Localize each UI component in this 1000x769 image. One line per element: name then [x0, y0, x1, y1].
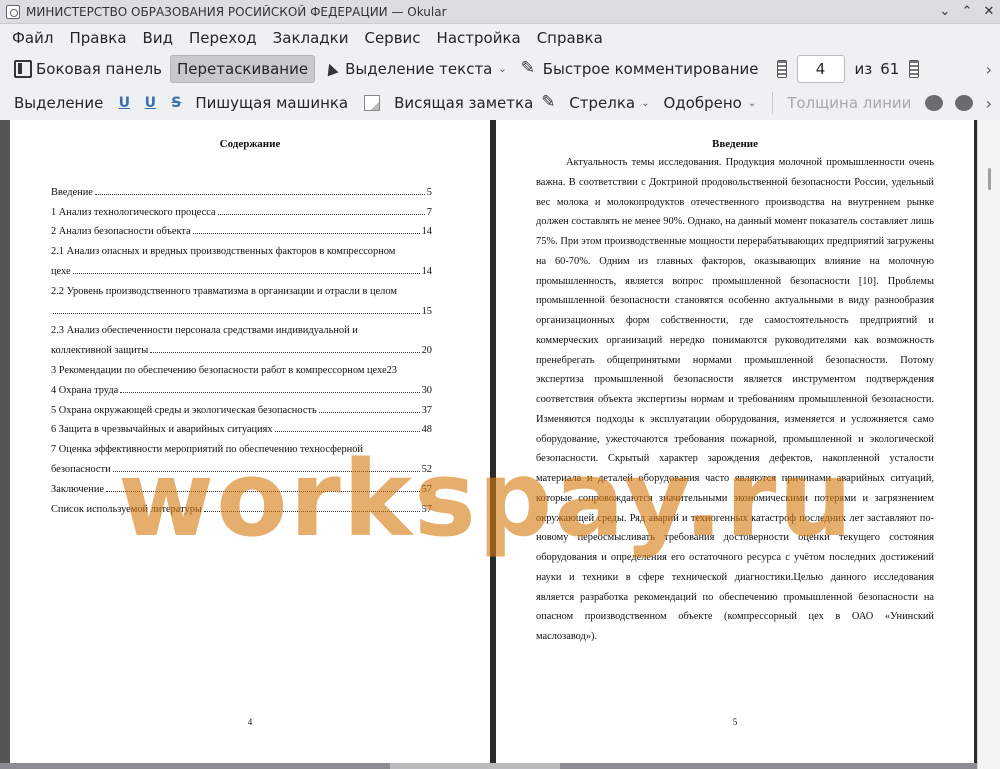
chevron-down-icon[interactable]: ⌄	[748, 98, 756, 109]
toc-entry[interactable]: 2.1 Анализ опасных и вредных производств…	[51, 237, 432, 277]
menu-tools[interactable]: Сервис	[358, 27, 426, 49]
arrow-label: Стрелка	[569, 94, 636, 112]
line-width-button[interactable]: Толщина линии	[781, 89, 917, 117]
page-total: 61	[880, 60, 900, 78]
menu-go[interactable]: Переход	[183, 27, 263, 49]
horizontal-scrollbar-thumb[interactable]	[390, 763, 560, 769]
quick-annotation-label: Быстрое комментирование	[542, 60, 759, 78]
main-toolbar: Боковая панель Перетаскивание Выделение …	[0, 52, 1000, 86]
document-viewport[interactable]: Содержание Введение 5 1 Анализ технологич…	[0, 120, 1000, 769]
annotation-toolbar: Выделение U U S Пишущая машинка Висящая …	[0, 86, 1000, 120]
highlighter-button[interactable]: Выделение	[8, 89, 109, 117]
previous-page-icon[interactable]	[776, 60, 787, 78]
toc-entry[interactable]: 1 Анализ технологического процесса 7	[51, 198, 432, 218]
toc-entry[interactable]: 2 Анализ безопасности объекта 14	[51, 218, 432, 237]
sidebar-icon	[14, 60, 32, 78]
window-title: МИНИСТЕРСТВО ОБРАЗОВАНИЯ РОСИЙСКОЙ ФЕДЕР…	[26, 4, 447, 19]
menu-bar: Файл Правка Вид Переход Закладки Сервис …	[0, 24, 1000, 52]
line-width-label: Толщина линии	[787, 94, 912, 112]
toc-entry[interactable]: 4 Охрана труда 30	[51, 376, 432, 396]
chevron-down-icon[interactable]: ⌄	[498, 64, 506, 75]
text-selection-label: Выделение текста	[345, 60, 493, 78]
strikeout-icon[interactable]: S	[167, 94, 185, 112]
note-icon[interactable]	[364, 95, 381, 111]
toc-entry[interactable]: Список используемой литературы 57	[51, 495, 432, 515]
squiggle-icon[interactable]: U	[141, 94, 159, 112]
menu-help[interactable]: Справка	[531, 27, 609, 49]
page-number-input[interactable]: 4	[796, 55, 845, 83]
toolbar-overflow-icon[interactable]: ›	[986, 94, 992, 113]
typewriter-label: Пишущая машинка	[195, 94, 349, 112]
underline-icon[interactable]: U	[115, 94, 133, 112]
document-page-right: Введение Актуальность темы исследования.…	[496, 120, 974, 769]
sidebar-label: Боковая панель	[36, 60, 162, 78]
introduction-body: Актуальность темы исследования. Продукци…	[536, 157, 934, 642]
close-button[interactable]: ✕	[978, 1, 1000, 23]
horizontal-scrollbar[interactable]	[0, 763, 977, 769]
arrow-button[interactable]: Стрелка ⌄	[563, 89, 655, 117]
stamp-button[interactable]: Одобрено ⌄	[657, 89, 762, 117]
popup-note-button[interactable]: Висящая заметка	[388, 89, 539, 117]
introduction-title: Введение	[711, 138, 759, 150]
popup-note-label: Висящая заметка	[394, 94, 534, 112]
quick-annotation-button[interactable]: Быстрое комментирование	[515, 55, 765, 83]
color-icon[interactable]	[925, 95, 944, 111]
page-number-left: 4	[247, 717, 253, 727]
toc-entry[interactable]: 2.3 Анализ обеспеченности персонала сред…	[51, 317, 432, 356]
window-titlebar[interactable]: МИНИСТЕРСТВО ОБРАЗОВАНИЯ РОСИЙСКОЙ ФЕДЕР…	[0, 0, 1000, 24]
toc-entry[interactable]: Заключение 57	[51, 475, 432, 495]
menu-view[interactable]: Вид	[137, 27, 179, 49]
pen-icon	[521, 58, 539, 78]
toc-entry[interactable]: 3 Рекомендации по обеспечению безопаснос…	[51, 356, 432, 376]
menu-settings[interactable]: Настройка	[431, 27, 527, 49]
cursor-icon	[323, 60, 341, 78]
text-selection-button[interactable]: Выделение текста ⌄	[317, 55, 513, 83]
chevron-down-icon[interactable]: ⌄	[641, 98, 649, 109]
toc-title: Содержание	[219, 138, 281, 150]
menu-file[interactable]: Файл	[6, 27, 59, 49]
browse-tool-button[interactable]: Перетаскивание	[170, 55, 316, 83]
minimize-button[interactable]: ⌄	[934, 1, 956, 23]
maximize-button[interactable]: ⌃	[956, 1, 978, 23]
vertical-scrollbar[interactable]	[977, 120, 1000, 769]
toc-entry[interactable]: 5 Охрана окружающей среды и экологическа…	[51, 396, 432, 416]
toolbar-overflow-icon[interactable]: ›	[986, 60, 992, 79]
highlighter-label: Выделение	[14, 94, 104, 112]
typewriter-button[interactable]: Пишущая машинка	[189, 89, 354, 117]
table-of-contents: Введение 5 1 Анализ технологического проц…	[51, 178, 432, 515]
arrow-tool-icon[interactable]	[541, 92, 559, 112]
page-number-right: 5	[732, 717, 738, 727]
menu-bookmarks[interactable]: Закладки	[267, 27, 355, 49]
toc-entry[interactable]: Введение 5	[51, 178, 432, 198]
document-page-left: Содержание Введение 5 1 Анализ технологич…	[10, 120, 490, 769]
stamp-label: Одобрено	[663, 94, 742, 112]
scrollbar-thumb[interactable]	[988, 168, 991, 190]
toc-entry[interactable]: 7 Оценка эффективности мероприятий по об…	[51, 435, 432, 475]
opacity-icon[interactable]	[955, 95, 974, 111]
toc-entry[interactable]: 6 Защита в чрезвычайных и аварийных ситу…	[51, 416, 432, 435]
okular-app-icon[interactable]	[6, 4, 20, 19]
page-of-label: из	[854, 60, 873, 78]
menu-edit[interactable]: Правка	[63, 27, 132, 49]
browse-tool-label: Перетаскивание	[177, 60, 309, 78]
sidebar-button[interactable]: Боковая панель	[8, 55, 168, 83]
toc-entry[interactable]: 2.2 Уровень производственного травматизм…	[51, 277, 432, 317]
next-page-icon[interactable]	[909, 60, 920, 78]
toolbar-separator	[772, 92, 774, 114]
